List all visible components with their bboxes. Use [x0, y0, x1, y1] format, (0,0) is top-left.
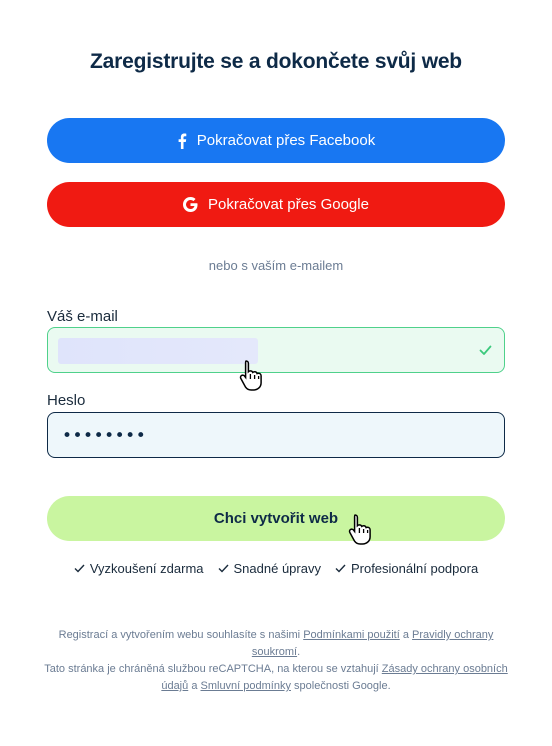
divider-text: nebo s vaším e-mailem	[208, 258, 344, 273]
feature-label: Snadné úpravy	[233, 561, 321, 576]
legal-text: .	[297, 646, 301, 658]
feature-label: Profesionální podpora	[350, 561, 479, 576]
facebook-icon	[177, 133, 187, 149]
check-icon	[479, 343, 492, 361]
google-signup-button[interactable]: Pokračovat přes Google	[47, 182, 505, 227]
facebook-signup-button[interactable]: Pokračovat přes Facebook	[47, 118, 505, 163]
legal-text: Registrací a vytvořením webu souhlasíte …	[58, 629, 301, 641]
terms-link[interactable]: Podmínkami použití	[303, 629, 400, 641]
hand-cursor-icon	[237, 359, 267, 396]
feature-item: Profesionální podpora	[335, 561, 478, 576]
feature-label: Vyzkoušení zdarma	[89, 561, 204, 576]
feature-item: Snadné úpravy	[218, 561, 321, 576]
password-value: ••••••••	[62, 426, 147, 446]
check-icon	[74, 564, 85, 573]
legal-text: společnosti Google.	[294, 680, 391, 692]
feature-item: Vyzkoušení zdarma	[74, 561, 204, 576]
legal-text: a	[191, 680, 198, 692]
create-web-button[interactable]: Chci vytvořit web	[47, 496, 505, 541]
page-title: Zaregistrujte se a dokončete svůj web	[90, 50, 462, 73]
email-label: Váš e-mail	[47, 308, 118, 325]
email-field[interactable]	[47, 327, 505, 373]
check-icon	[335, 564, 346, 573]
legal-notice: Registrací a vytvořením webu souhlasíte …	[40, 627, 512, 695]
google-icon	[183, 197, 198, 212]
legal-text: Tato stránka je chráněná službou reCAPTC…	[44, 663, 379, 675]
password-field[interactable]: ••••••••	[47, 412, 505, 458]
hand-cursor-icon	[346, 513, 376, 550]
google-button-label: Pokračovat přes Google	[208, 196, 369, 213]
features-list: Vyzkoušení zdarma Snadné úpravy Profesio…	[0, 561, 552, 576]
google-terms-link[interactable]: Smluvní podmínky	[201, 680, 291, 692]
facebook-button-label: Pokračovat přes Facebook	[196, 132, 376, 149]
password-label: Heslo	[47, 392, 86, 409]
check-icon	[218, 564, 229, 573]
email-autofill-value	[58, 338, 258, 364]
legal-text: a	[402, 629, 409, 641]
